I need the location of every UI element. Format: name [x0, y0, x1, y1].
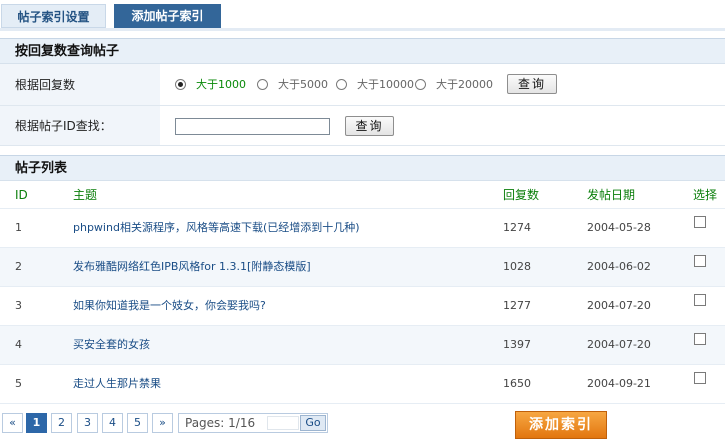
post-id-input[interactable]	[175, 118, 330, 135]
reply-count-label: 根据回复数	[0, 64, 160, 105]
row-select-checkbox[interactable]	[694, 372, 706, 384]
radio-label: 大于5000	[278, 78, 328, 91]
first-page-button[interactable]: «	[2, 413, 23, 433]
row-date: 2004-07-20	[587, 299, 651, 312]
row-subject-link[interactable]: 走过人生那片禁果	[73, 365, 161, 403]
row-select-checkbox[interactable]	[694, 216, 706, 228]
reply-count-row: 根据回复数 大于1000 大于5000 大于10000 大于20000 查询	[0, 64, 725, 106]
table-row: 4 买安全套的女孩 1397 2004-07-20	[0, 326, 725, 365]
row-subject-link[interactable]: 如果你知道我是一个妓女，你会娶我吗?	[73, 287, 266, 325]
radio-label: 大于1000	[196, 78, 246, 91]
row-id: 2	[15, 260, 22, 273]
row-subject-link[interactable]: 买安全套的女孩	[73, 326, 150, 364]
row-date: 2004-06-02	[587, 260, 651, 273]
table-row: 1 phpwind相关源程序，风格等高速下载(已经增添到十几种) 1274 20…	[0, 209, 725, 248]
row-replies: 1397	[503, 338, 531, 351]
radio-selected-icon[interactable]	[175, 79, 186, 90]
row-id: 5	[15, 377, 22, 390]
page-info-text: Pages: 1/16	[185, 416, 256, 430]
go-button[interactable]: Go	[300, 415, 326, 431]
row-select-checkbox[interactable]	[694, 294, 706, 306]
id-query-button[interactable]: 查询	[345, 116, 394, 136]
row-id: 1	[15, 221, 22, 234]
column-id: ID	[15, 188, 28, 202]
row-select-checkbox[interactable]	[694, 333, 706, 345]
row-replies: 1277	[503, 299, 531, 312]
table-row: 3 如果你知道我是一个妓女，你会娶我吗? 1277 2004-07-20	[0, 287, 725, 326]
page-jump-box: Pages: 1/16 Go	[178, 413, 328, 433]
add-index-button[interactable]: 添加索引	[515, 411, 607, 439]
row-date: 2004-09-21	[587, 377, 651, 390]
radio-label: 大于20000	[436, 78, 493, 91]
tab-post-index-settings[interactable]: 帖子索引设置	[1, 4, 106, 28]
column-subject: 主题	[73, 188, 98, 202]
page-1-button[interactable]: 1	[26, 413, 47, 433]
row-id: 3	[15, 299, 22, 312]
table-row: 5 走过人生那片禁果 1650 2004-09-21	[0, 365, 725, 404]
row-select-checkbox[interactable]	[694, 255, 706, 267]
radio-icon[interactable]	[257, 79, 268, 90]
page-4-button[interactable]: 4	[102, 413, 123, 433]
row-subject-link[interactable]: 发布雅酷网络红色IPB风格for 1.3.1[附静态模版]	[73, 248, 311, 286]
row-subject-link[interactable]: phpwind相关源程序，风格等高速下载(已经增添到十几种)	[73, 209, 360, 247]
page-2-button[interactable]: 2	[51, 413, 72, 433]
last-page-button[interactable]: »	[152, 413, 173, 433]
radio-icon[interactable]	[336, 79, 347, 90]
row-replies: 1028	[503, 260, 531, 273]
tab-bar: 帖子索引设置 添加帖子索引	[0, 0, 725, 31]
post-table-header: ID 主题 回复数 发帖日期 选择	[0, 182, 725, 209]
row-id: 4	[15, 338, 22, 351]
radio-icon[interactable]	[415, 79, 426, 90]
id-search-label: 根据帖子ID查找：	[0, 106, 160, 145]
row-date: 2004-07-20	[587, 338, 651, 351]
row-replies: 1274	[503, 221, 531, 234]
column-replies: 回复数	[503, 188, 540, 202]
radio-label: 大于10000	[357, 78, 414, 91]
tab-add-post-index[interactable]: 添加帖子索引	[114, 4, 221, 28]
reply-query-button[interactable]: 查询	[507, 74, 557, 94]
post-list-title: 帖子列表	[0, 155, 725, 181]
page-5-button[interactable]: 5	[127, 413, 148, 433]
table-row: 2 发布雅酷网络红色IPB风格for 1.3.1[附静态模版] 1028 200…	[0, 248, 725, 287]
page-3-button[interactable]: 3	[77, 413, 98, 433]
column-date: 发帖日期	[587, 188, 636, 202]
row-replies: 1650	[503, 377, 531, 390]
column-select: 选择	[693, 188, 718, 202]
id-search-row: 根据帖子ID查找： 查询	[0, 106, 725, 146]
search-section-title: 按回复数查询帖子	[0, 38, 725, 64]
row-date: 2004-05-28	[587, 221, 651, 234]
page-jump-input[interactable]	[267, 416, 299, 430]
